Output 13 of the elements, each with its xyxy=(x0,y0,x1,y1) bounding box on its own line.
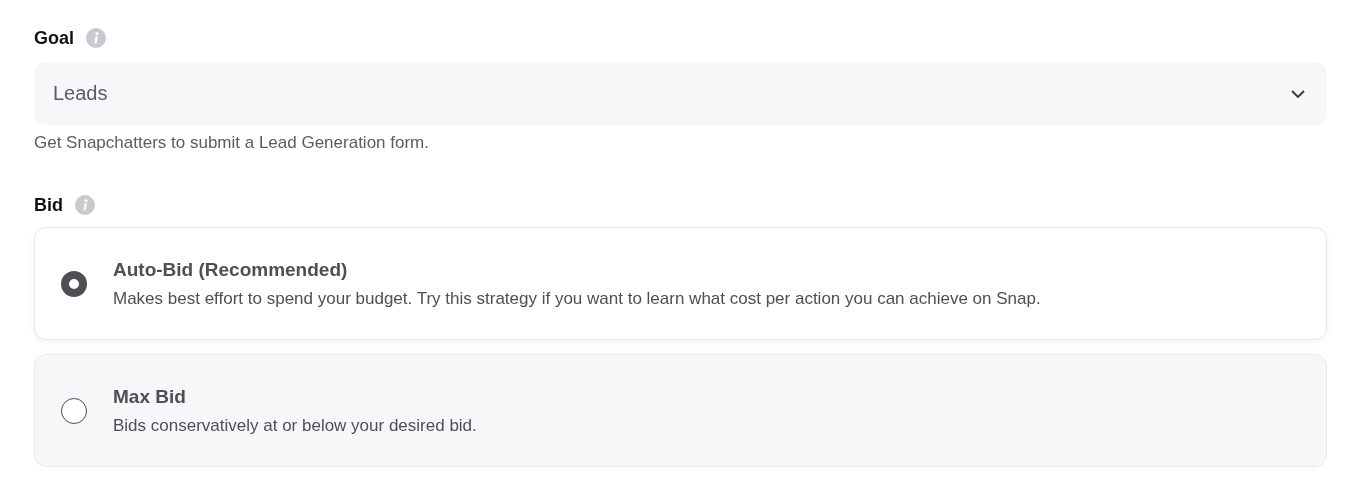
helper-text: Get Snapchatters to submit a Lead Generation form. xyxy=(34,133,430,153)
chevron-down-icon xyxy=(1291,89,1305,98)
goal-dropdown[interactable]: Leads xyxy=(34,62,1327,125)
radio-button[interactable] xyxy=(61,397,87,424)
bid-option-card[interactable]: Auto-Bid (Recommended) Makes best effort to spend your budget. Try this strategy if you want to learn what cost per action you can achieve on Snap. xyxy=(34,227,1327,340)
option-description: Bids conservatively at or below your desired bid. xyxy=(113,415,477,436)
field-label: Bid xyxy=(34,194,63,216)
radio-button[interactable] xyxy=(61,270,87,297)
bid-option-card[interactable]: Max Bid Bids conservatively at or below your desired bid. xyxy=(34,354,1327,467)
option-title: Max Bid xyxy=(113,385,187,408)
option-description: Makes best effort to spend your budget. Try this strategy if you want to learn what cost per action you can achieve on Snap. xyxy=(113,288,1041,309)
option-title: Auto-Bid (Recommended) xyxy=(113,258,349,281)
field-label: Goal xyxy=(34,27,74,49)
